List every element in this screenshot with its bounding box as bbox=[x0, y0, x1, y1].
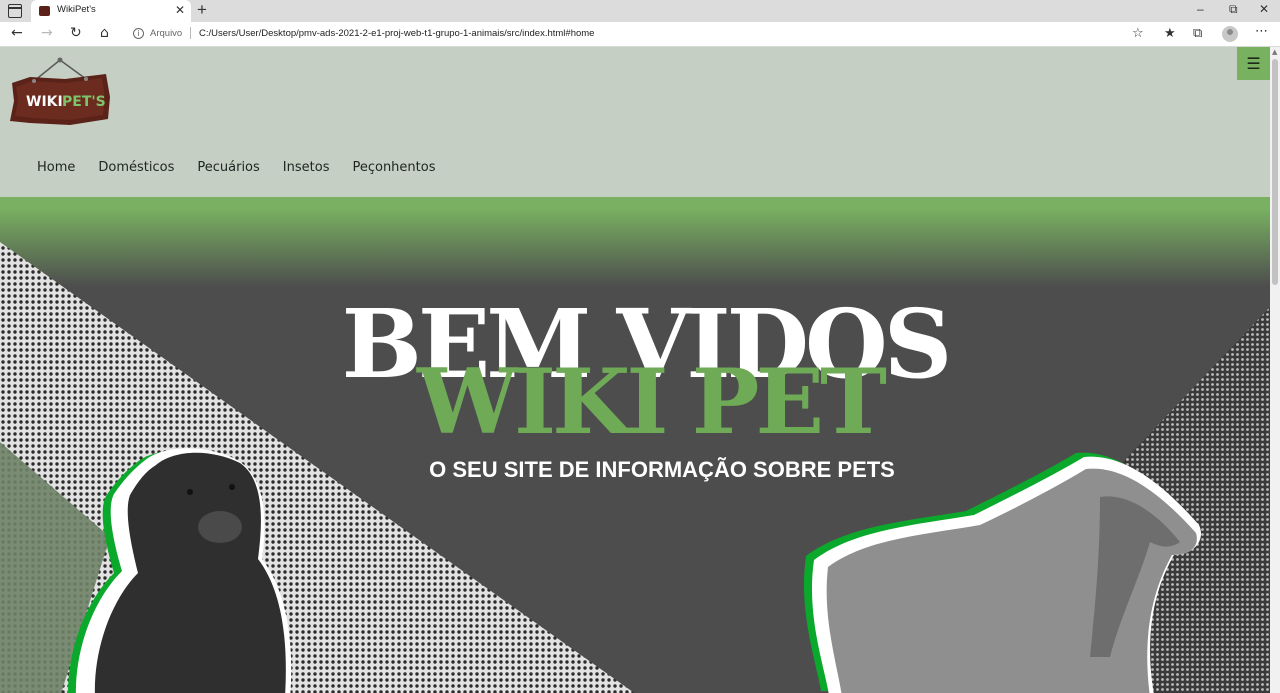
browser-tab[interactable]: WikiPet's ✕ bbox=[31, 0, 191, 22]
nav-item-peconhentos[interactable]: Peçonhentos bbox=[352, 160, 435, 175]
refresh-icon[interactable]: ↻ bbox=[70, 25, 82, 41]
nav-item-home[interactable]: Home bbox=[37, 160, 75, 175]
page-scrollbar[interactable]: ▲ bbox=[1270, 47, 1280, 693]
hamburger-menu-icon[interactable]: ☰ bbox=[1237, 47, 1270, 80]
more-icon[interactable]: ⋯ bbox=[1255, 24, 1268, 39]
nav-item-insetos[interactable]: Insetos bbox=[283, 160, 330, 175]
address-url[interactable]: C:/Users/User/Desktop/pmv-ads-2021-2-e1-… bbox=[199, 28, 594, 39]
browser-toolbar: ← → ↻ ⌂ i Arquivo C:/Users/User/Desktop/… bbox=[0, 22, 1280, 47]
hero-title-wikipet: WIKI PET bbox=[416, 349, 887, 455]
scroll-up-icon[interactable]: ▲ bbox=[1272, 48, 1277, 56]
tab-title: WikiPet's bbox=[57, 4, 96, 15]
favorites-icon[interactable]: ★ bbox=[1164, 26, 1176, 41]
info-icon[interactable]: i bbox=[133, 28, 144, 39]
logo-text-wiki: WIKI bbox=[26, 94, 63, 110]
minimize-icon[interactable]: – bbox=[1197, 2, 1204, 16]
profile-icon[interactable] bbox=[1222, 26, 1238, 42]
tab-actions-icon[interactable] bbox=[8, 4, 22, 18]
hero-banner: BEM VIDOS WIKI PET O SEU SITE DE INFORMA… bbox=[0, 197, 1270, 693]
favorite-add-icon[interactable]: ☆ bbox=[1132, 26, 1144, 41]
home-icon[interactable]: ⌂ bbox=[100, 25, 109, 41]
horses-image bbox=[803, 452, 1201, 693]
nav-item-domesticos[interactable]: Domésticos bbox=[98, 160, 174, 175]
address-scheme-label: Arquivo bbox=[150, 28, 183, 39]
close-icon[interactable]: ✕ bbox=[1259, 2, 1269, 16]
back-icon[interactable]: ← bbox=[11, 25, 23, 41]
tab-close-icon[interactable]: ✕ bbox=[175, 3, 185, 17]
new-tab-button[interactable]: + bbox=[197, 0, 207, 20]
main-nav: Home Domésticos Pecuários Insetos Peçonh… bbox=[37, 160, 458, 175]
collections-icon[interactable]: ⧉ bbox=[1193, 26, 1202, 41]
nav-item-pecuarios[interactable]: Pecuários bbox=[197, 160, 259, 175]
logo-text-pets: PET'S bbox=[62, 94, 106, 110]
favicon-icon bbox=[39, 6, 50, 16]
tab-bar: WikiPet's ✕ + – ⧉ ✕ bbox=[0, 0, 1280, 22]
scrollbar-thumb[interactable] bbox=[1272, 59, 1278, 285]
hero-subtitle: O SEU SITE DE INFORMAÇÃO SOBRE PETS bbox=[429, 457, 895, 482]
web-page: WIKI PET'S ☰ Home Domésticos Pecuários I… bbox=[0, 47, 1270, 693]
forward-icon[interactable]: → bbox=[41, 25, 53, 41]
wikipets-logo[interactable]: WIKI PET'S bbox=[10, 57, 112, 129]
address-bar[interactable]: i Arquivo C:/Users/User/Desktop/pmv-ads-… bbox=[125, 24, 1155, 44]
restore-icon[interactable]: ⧉ bbox=[1229, 2, 1238, 17]
address-separator bbox=[190, 27, 191, 39]
